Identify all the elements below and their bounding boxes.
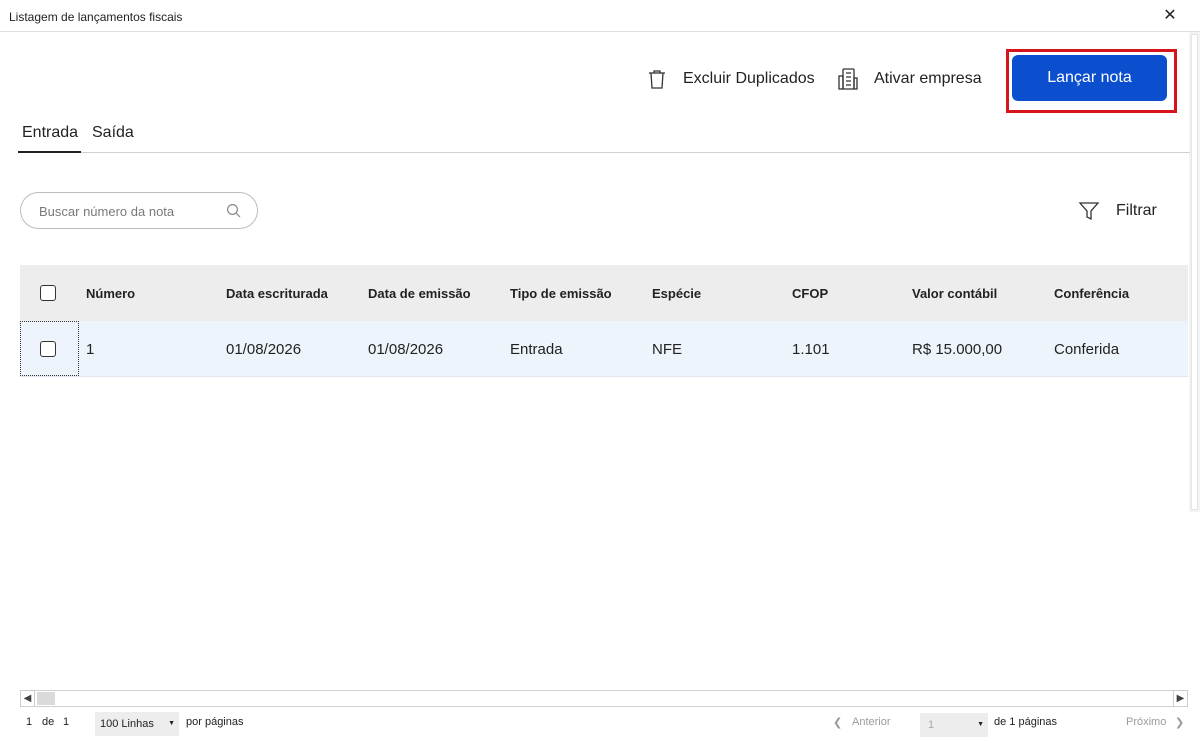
total-row-pages: 1 [63, 716, 70, 728]
rows-per-page-value: 100 Linhas [100, 718, 154, 730]
per-page-label: por páginas [186, 716, 244, 728]
trash-icon [649, 70, 665, 89]
active-tab-indicator [18, 151, 81, 153]
page-number-select[interactable]: 1 ▼ [920, 713, 988, 737]
row-select-cell [40, 321, 56, 377]
activate-company-label: Ativar empresa [874, 70, 982, 87]
column-header-especie[interactable]: Espécie [652, 265, 701, 321]
current-row-page: 1 [26, 716, 33, 728]
page-number-value: 1 [928, 719, 935, 731]
previous-page-button[interactable]: Anterior [852, 716, 891, 728]
chevron-right-icon[interactable]: ❯ [1175, 716, 1184, 729]
filter-button[interactable]: Filtrar [1077, 198, 1157, 224]
cell-numero: 1 [86, 340, 95, 358]
cell-conferencia: Conferida [1054, 340, 1120, 358]
vertical-scrollbar-thumb[interactable] [1191, 34, 1198, 510]
tab-bar: Entrada Saída [18, 116, 1190, 153]
search-icon[interactable] [225, 202, 243, 220]
column-header-numero[interactable]: Número [86, 265, 135, 321]
funnel-icon [1078, 202, 1100, 221]
search-box[interactable] [20, 192, 258, 229]
vertical-scrollbar[interactable] [1189, 32, 1200, 512]
close-icon[interactable]: ✕ [1162, 6, 1178, 26]
next-page-button[interactable]: Próximo [1126, 716, 1166, 728]
chevron-left-icon[interactable]: ❮ [833, 716, 842, 729]
chevron-down-icon: ▼ [168, 720, 175, 727]
chevron-down-icon: ▼ [977, 721, 984, 728]
column-header-tipo-emissao[interactable]: Tipo de emissão [510, 265, 612, 321]
horizontal-scrollbar-thumb[interactable] [37, 692, 55, 705]
select-all-checkbox[interactable] [40, 285, 56, 301]
window-title: Listagem de lançamentos fiscais [9, 10, 183, 24]
horizontal-scrollbar[interactable]: ◀ ▶ [20, 690, 1188, 707]
window-titlebar: Listagem de lançamentos fiscais ✕ [0, 0, 1200, 32]
column-header-conferencia[interactable]: Conferência [1054, 265, 1129, 321]
cell-data-emissao: 01/08/2026 [368, 340, 444, 358]
row-checkbox[interactable] [40, 341, 56, 357]
column-header-cfop[interactable]: CFOP [792, 265, 828, 321]
delete-duplicates-button[interactable]: Excluir Duplicados [645, 62, 815, 96]
entries-table: Número Data escriturada Data de emissão … [20, 265, 1188, 377]
column-header-data-escriturada[interactable]: Data escriturada [226, 265, 328, 321]
building-icon [838, 68, 858, 90]
of-label: de [42, 716, 55, 728]
cell-valor-contabil: R$ 15.000,00 [912, 340, 1003, 358]
tab-saida[interactable]: Saída [92, 124, 134, 142]
search-input[interactable] [39, 202, 219, 220]
table-header: Número Data escriturada Data de emissão … [20, 265, 1188, 321]
pages-total-label: de 1 páginas [994, 716, 1057, 728]
table-row[interactable]: 1 01/08/2026 01/08/2026 Entrada NFE 1.10… [20, 321, 1188, 377]
column-header-valor-contabil[interactable]: Valor contábil [912, 265, 997, 321]
cell-especie: NFE [652, 340, 682, 358]
select-all-cell [40, 265, 56, 321]
rows-per-page-select[interactable]: 100 Linhas ▼ [95, 712, 179, 736]
column-header-data-emissao[interactable]: Data de emissão [368, 265, 471, 321]
cell-data-escriturada: 01/08/2026 [226, 340, 302, 358]
activate-company-button[interactable]: Ativar empresa [836, 62, 982, 96]
tab-entrada[interactable]: Entrada [22, 124, 78, 142]
delete-duplicates-label: Excluir Duplicados [683, 70, 815, 87]
scroll-left-icon[interactable]: ◀ [21, 691, 35, 706]
cell-cfop: 1.101 [792, 340, 830, 358]
pagination-bar: 1 de 1 100 Linhas ▼ por páginas ❮ Anteri… [0, 710, 1200, 738]
filter-label: Filtrar [1116, 202, 1157, 219]
scroll-right-icon[interactable]: ▶ [1173, 691, 1187, 706]
cell-tipo-emissao: Entrada [510, 340, 563, 358]
launch-note-button[interactable]: Lançar nota [1012, 55, 1167, 101]
